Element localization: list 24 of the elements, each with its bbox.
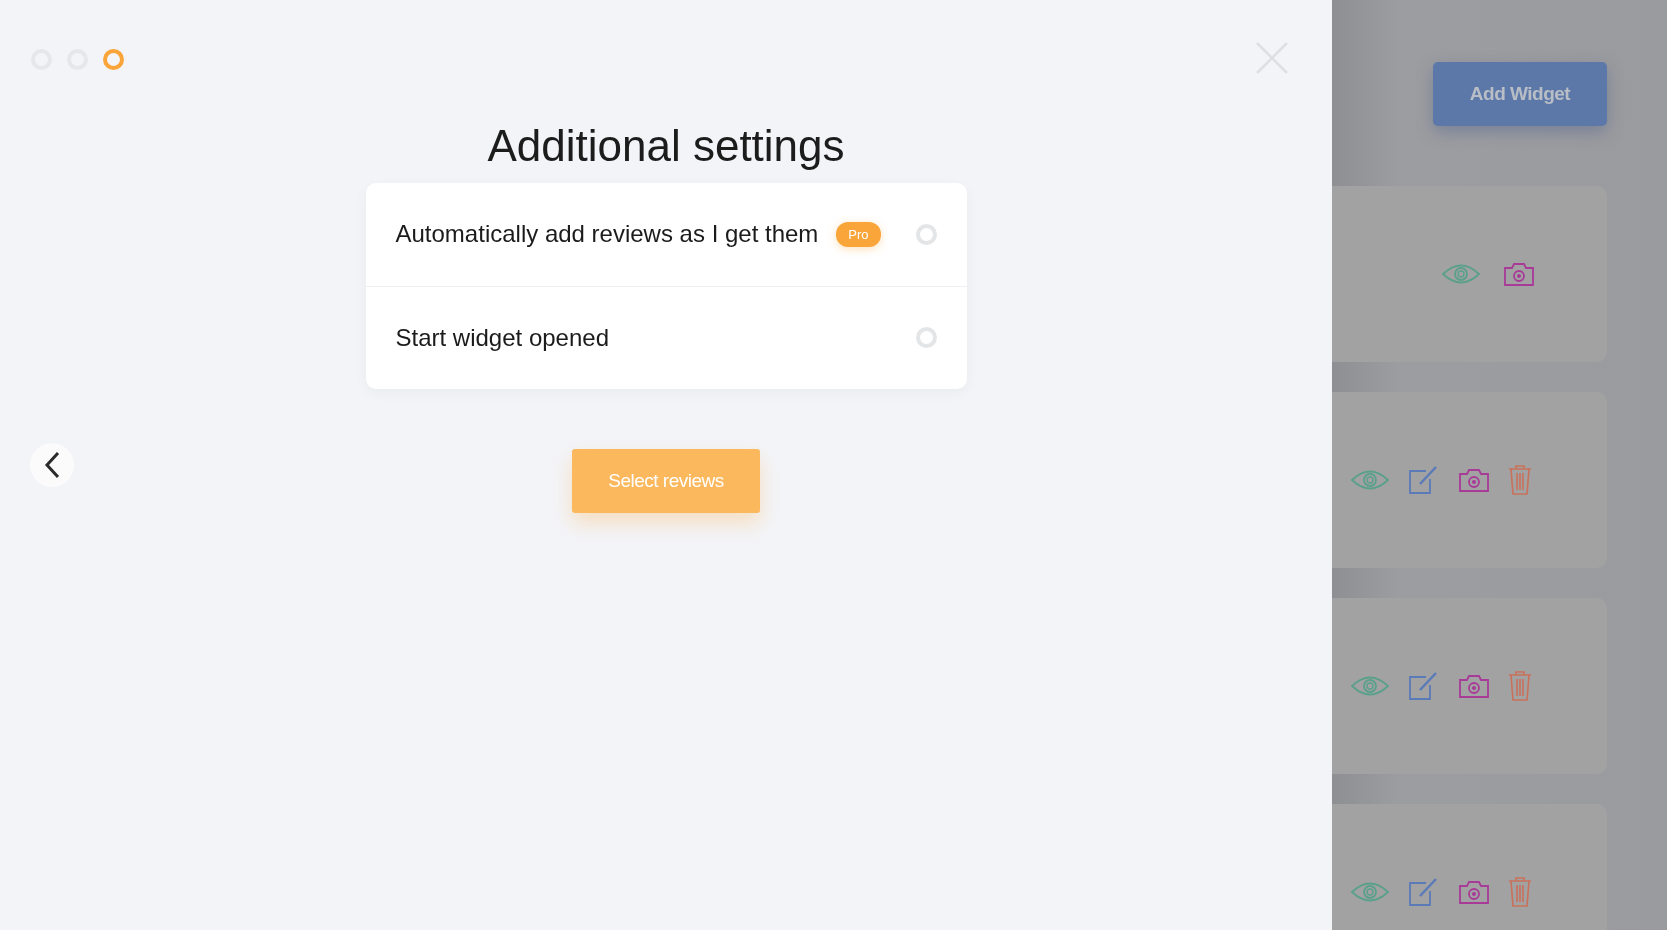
edit-icon[interactable] [1408,465,1440,495]
eye-icon[interactable] [1350,675,1390,697]
toggle-circle[interactable] [915,327,937,349]
trash-icon[interactable] [1508,464,1532,496]
camera-icon[interactable] [1503,261,1535,287]
camera-icon[interactable] [1458,467,1490,493]
trash-icon[interactable] [1508,876,1532,908]
option-label: Start widget opened [395,322,609,353]
modal-title: Additional settings [487,120,845,172]
edit-icon[interactable] [1408,671,1440,701]
eye-icon[interactable] [1441,263,1481,285]
add-widget-button[interactable]: Add Widget [1433,62,1607,126]
back-button[interactable] [30,443,74,487]
trash-icon[interactable] [1508,670,1532,702]
eye-icon[interactable] [1350,881,1390,903]
edit-icon[interactable] [1408,877,1440,907]
option-label: Automatically add reviews as I get them [395,219,819,250]
chevron-left-icon [44,451,60,479]
camera-icon[interactable] [1458,673,1490,699]
eye-icon[interactable] [1350,469,1390,491]
select-reviews-button[interactable]: Select reviews [572,448,760,513]
toggle-circle[interactable] [915,223,937,245]
pro-badge: Pro [836,221,881,248]
camera-icon[interactable] [1458,879,1490,905]
